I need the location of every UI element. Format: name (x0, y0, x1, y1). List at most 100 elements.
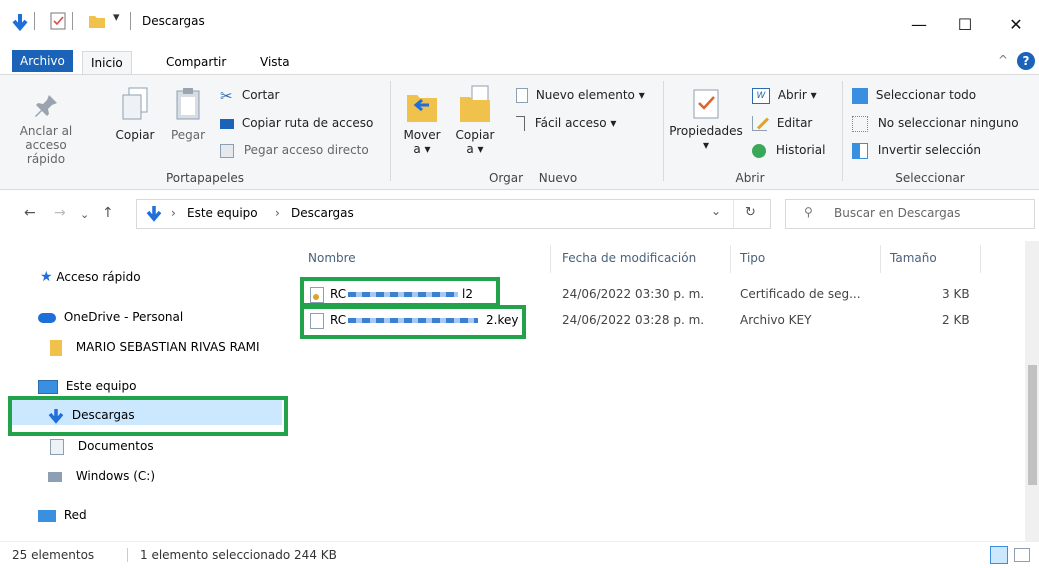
column-header-type[interactable]: Tipo (740, 251, 765, 265)
paste-shortcut-icon (220, 143, 234, 158)
downloads-location-icon (146, 206, 162, 222)
column-divider (980, 245, 981, 273)
address-box[interactable]: › Este equipo › Descargas ⌄ ↻ (136, 199, 771, 229)
tab-home[interactable]: Inicio (82, 51, 132, 74)
back-arrow-icon[interactable]: ← (24, 205, 36, 221)
group-select-label: Seleccionar (895, 171, 965, 185)
minimize-button[interactable]: — (896, 10, 942, 40)
nav-quick-access[interactable]: ★ Acceso rápido (40, 264, 141, 290)
folder-icon[interactable] (88, 13, 106, 29)
column-divider (550, 245, 551, 273)
tab-share[interactable]: Compartir (158, 51, 234, 73)
network-icon (38, 509, 56, 522)
select-all-button[interactable]: Seleccionar todo (852, 85, 976, 105)
monitor-icon (38, 379, 58, 394)
tab-file[interactable]: Archivo (12, 50, 73, 72)
move-to-button[interactable]: Mover a ▾ (398, 87, 446, 156)
copy-to-button[interactable]: Copiar a ▾ (450, 83, 500, 156)
file-size: 3 KB (942, 287, 970, 301)
ribbon: Anclar al acceso rápido Copiar Pegar ✂ C… (0, 75, 1039, 190)
invert-selection-label: Invertir selección (877, 143, 982, 157)
up-arrow-icon[interactable]: ↑ (102, 205, 114, 221)
download-arrow-icon[interactable] (10, 12, 30, 32)
nav-quick-access-label: Acceso rápido (56, 270, 141, 284)
folder-icon (50, 339, 62, 356)
quick-access-dropdown-icon[interactable]: ▾ (113, 10, 120, 25)
word-open-icon: W (752, 87, 770, 104)
easy-access-label: Fácil acceso ▾ (534, 116, 617, 130)
file-list: Nombre Fecha de modificación Tipo Tamaño… (290, 241, 1039, 541)
pin-quick-access-button[interactable]: Anclar al acceso rápido (12, 91, 80, 166)
selection-info: 1 elemento seleccionado 244 KB (140, 548, 337, 562)
ribbon-separator (390, 81, 391, 181)
copy-to-folder-icon (460, 85, 490, 122)
nav-user-folder[interactable]: MARIO SEBASTIAN RIVAS RAMI (50, 334, 260, 360)
open-label: Abrir ▾ (777, 88, 817, 102)
recent-locations-icon[interactable]: ⌄ (80, 208, 89, 221)
copy-path-icon (220, 118, 234, 129)
tab-view[interactable]: Vista (252, 51, 298, 73)
item-count: 25 elementos (12, 548, 95, 562)
copy-path-button[interactable]: Copiar ruta de acceso (220, 113, 373, 133)
document-icon (50, 438, 64, 455)
forward-arrow-icon[interactable]: → (54, 205, 66, 221)
cut-label: Cortar (241, 88, 280, 102)
history-label: Historial (775, 143, 826, 157)
copy-button[interactable]: Copiar (112, 85, 158, 142)
maximize-button[interactable]: ☐ (942, 10, 988, 40)
address-bar-row: ← → ⌄ ↑ › Este equipo › Descargas ⌄ ↻ ⚲ … (0, 191, 1039, 241)
breadcrumb-this-pc[interactable]: Este equipo (187, 206, 258, 220)
edit-button[interactable]: Editar (752, 113, 812, 133)
file-type: Certificado de seg... (740, 287, 861, 301)
details-view-icon[interactable] (990, 546, 1008, 564)
nav-windows-label: Windows (C:) (75, 469, 155, 483)
window-title: Descargas (142, 14, 205, 28)
help-icon[interactable]: ? (1017, 52, 1035, 70)
nav-onedrive[interactable]: OneDrive - Personal (38, 304, 183, 330)
clipboard-icon (176, 88, 200, 120)
collapse-ribbon-icon[interactable]: ^ (998, 53, 1008, 67)
breadcrumb-downloads[interactable]: Descargas (291, 206, 354, 220)
nav-documents[interactable]: Documentos (50, 433, 154, 459)
open-button[interactable]: W Abrir ▾ (752, 85, 817, 105)
ribbon-separator (663, 81, 664, 181)
edit-pencil-icon (752, 116, 770, 131)
file2-highlight-box (300, 305, 526, 339)
copy-to-label-1: Copiar (455, 128, 495, 142)
history-button[interactable]: Historial (752, 140, 825, 160)
select-none-button[interactable]: No seleccionar ninguno (852, 113, 1019, 133)
downloads-highlight-box (8, 396, 288, 436)
chevron-down-icon[interactable]: ⌄ (711, 204, 721, 218)
nav-windows-drive[interactable]: Windows (C:) (48, 463, 155, 489)
large-icons-view-icon[interactable] (1014, 548, 1030, 562)
easy-access-button[interactable]: Fácil acceso ▾ (516, 113, 616, 133)
column-header-modified[interactable]: Fecha de modificación (562, 251, 696, 265)
column-header-name[interactable]: Nombre (308, 251, 356, 265)
properties-check-icon[interactable] (50, 12, 66, 30)
copy-to-label-2: a ▾ (466, 142, 484, 156)
move-label-2: a ▾ (413, 142, 431, 156)
navigation-pane: ★ Acceso rápido OneDrive - Personal MARI… (0, 241, 290, 541)
new-item-label: Nuevo elemento ▾ (535, 88, 645, 102)
cut-button[interactable]: ✂ Cortar (220, 85, 279, 105)
group-clipboard-label: Portapapeles (165, 171, 245, 185)
title-bar: ▾ Descargas — ☐ ✕ (0, 0, 1039, 48)
paste-label: Pegar (170, 128, 206, 142)
new-item-button[interactable]: Nuevo elemento ▾ (516, 85, 645, 105)
nav-network[interactable]: Red (38, 502, 87, 528)
search-placeholder: Buscar en Descargas (834, 206, 961, 220)
paste-shortcut-button[interactable]: Pegar acceso directo (220, 140, 369, 160)
close-button[interactable]: ✕ (993, 10, 1039, 40)
file1-highlight-box (300, 277, 500, 307)
paste-button[interactable]: Pegar (166, 85, 210, 142)
file-type: Archivo KEY (740, 313, 812, 327)
properties-button[interactable]: Propiedades ▾ (666, 87, 746, 152)
column-header-size[interactable]: Tamaño (890, 251, 937, 265)
scrollbar-thumb[interactable] (1028, 365, 1037, 485)
group-open-label: Abrir (735, 171, 765, 185)
file-modified: 24/06/2022 03:28 p. m. (562, 313, 705, 327)
refresh-icon[interactable]: ↻ (745, 205, 756, 220)
invert-selection-button[interactable]: Invertir selección (852, 140, 981, 160)
search-input[interactable]: ⚲ Buscar en Descargas (785, 199, 1035, 229)
select-none-icon (852, 115, 868, 132)
